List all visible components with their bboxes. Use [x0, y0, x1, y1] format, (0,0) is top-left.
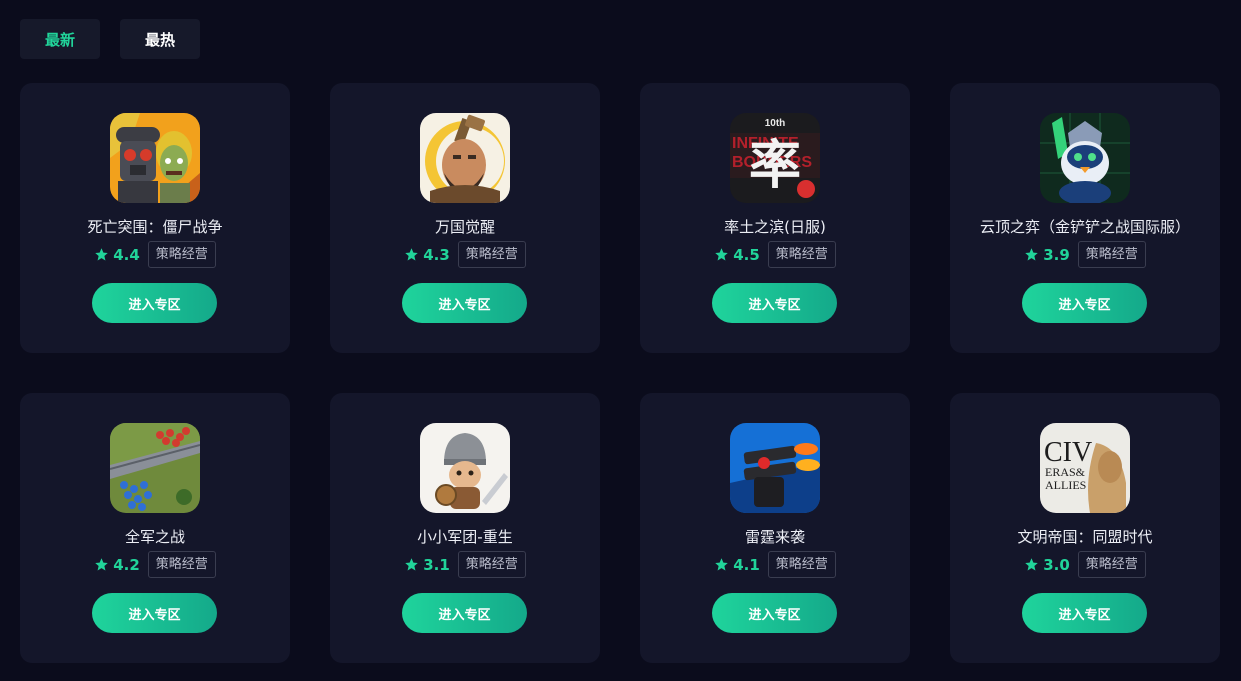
rating: 4.5	[714, 246, 760, 264]
icon-line2: ERAS&	[1045, 465, 1086, 479]
warrior-chief-icon[interactable]	[420, 113, 510, 203]
penguin-knight-icon[interactable]	[1040, 113, 1130, 203]
rating-value: 3.9	[1043, 245, 1070, 264]
icon-glyph: 率	[749, 136, 801, 196]
rating: 3.0	[1024, 556, 1070, 574]
sort-tabs: 最新 最热	[20, 19, 200, 59]
rating: 4.4	[94, 246, 140, 264]
enter-zone-button[interactable]: 进入专区	[712, 593, 837, 633]
game-meta: 3.9 策略经营	[950, 241, 1220, 268]
icon-badge: 10th	[765, 118, 786, 129]
star-icon	[1025, 558, 1038, 571]
game-card: 全军之战 4.2 策略经营 进入专区	[20, 393, 290, 663]
game-meta: 4.2 策略经营	[20, 551, 290, 578]
category-tag: 策略经营	[767, 241, 836, 268]
game-card: 死亡突围：僵尸战争 4.4 策略经营 进入专区	[20, 83, 290, 353]
game-name: 文明帝国：同盟时代	[1017, 528, 1153, 546]
game-card: CIV ERAS& ALLIES 文明帝国：同盟时代 3.0 策略经营 进入专区	[950, 393, 1220, 663]
category-tag: 策略经营	[147, 551, 216, 578]
category-tag: 策略经营	[1077, 551, 1146, 578]
rating: 3.1	[404, 556, 450, 574]
game-name: 万国觉醒	[434, 218, 495, 236]
game-meta: 3.0 策略经营	[950, 551, 1220, 578]
star-icon	[405, 558, 418, 571]
category-tag: 策略经营	[767, 551, 836, 578]
rating-value: 4.1	[733, 555, 760, 574]
infinite-borders-icon[interactable]: INFINITE BORDERS 10th 率	[730, 113, 820, 203]
zombie-soldier-icon[interactable]	[110, 113, 200, 203]
rating-value: 4.3	[423, 245, 450, 264]
game-meta: 3.1 策略经营	[330, 551, 600, 578]
rating-value: 4.5	[733, 245, 760, 264]
star-icon	[405, 248, 418, 261]
little-knight-icon[interactable]	[420, 423, 510, 513]
game-card: 小小军团-重生 3.1 策略经营 进入专区	[330, 393, 600, 663]
game-card: INFINITE BORDERS 10th 率 率土之滨(日服) 4.5 策略经…	[640, 83, 910, 353]
game-meta: 4.4 策略经营	[20, 241, 290, 268]
enter-zone-button[interactable]: 进入专区	[92, 593, 217, 633]
civ-eras-allies-icon[interactable]: CIV ERAS& ALLIES	[1040, 423, 1130, 513]
game-name: 率土之滨(日服)	[724, 218, 826, 236]
tab-hottest[interactable]: 最热	[120, 19, 200, 59]
game-name: 死亡突围：僵尸战争	[87, 218, 223, 236]
game-name: 全军之战	[124, 528, 185, 546]
icon-line3: ALLIES	[1045, 478, 1086, 492]
star-icon	[95, 558, 108, 571]
star-icon	[715, 558, 728, 571]
enter-zone-button[interactable]: 进入专区	[92, 283, 217, 323]
enter-zone-button[interactable]: 进入专区	[1022, 283, 1147, 323]
game-card: 云顶之弈（金铲铲之战国际服） 3.9 策略经营 进入专区	[950, 83, 1220, 353]
rating: 4.3	[404, 246, 450, 264]
star-icon	[715, 248, 728, 261]
army-battle-icon[interactable]	[110, 423, 200, 513]
game-meta: 4.5 策略经营	[640, 241, 910, 268]
game-name: 小小军团-重生	[417, 528, 513, 546]
game-name: 云顶之弈（金铲铲之战国际服）	[979, 218, 1190, 236]
rating-value: 4.4	[113, 245, 140, 264]
game-name: 雷霆来袭	[744, 528, 805, 546]
enter-zone-button[interactable]: 进入专区	[712, 283, 837, 323]
star-icon	[95, 248, 108, 261]
star-icon	[1025, 248, 1038, 261]
rating-value: 3.1	[423, 555, 450, 574]
rating: 4.1	[714, 556, 760, 574]
game-card: 雷霆来袭 4.1 策略经营 进入专区	[640, 393, 910, 663]
rating: 3.9	[1024, 246, 1070, 264]
tab-latest[interactable]: 最新	[20, 19, 100, 59]
icon-line1: CIV	[1044, 437, 1092, 468]
rating: 4.2	[94, 556, 140, 574]
enter-zone-button[interactable]: 进入专区	[1022, 593, 1147, 633]
enter-zone-button[interactable]: 进入专区	[402, 283, 527, 323]
game-grid: 死亡突围：僵尸战争 4.4 策略经营 进入专区 万国觉醒 4.3 策略经营 进入…	[20, 83, 1220, 663]
category-tag: 策略经营	[457, 241, 526, 268]
enter-zone-button[interactable]: 进入专区	[402, 593, 527, 633]
game-meta: 4.3 策略经营	[330, 241, 600, 268]
category-tag: 策略经营	[1077, 241, 1146, 268]
category-tag: 策略经营	[147, 241, 216, 268]
game-card: 万国觉醒 4.3 策略经营 进入专区	[330, 83, 600, 353]
game-meta: 4.1 策略经营	[640, 551, 910, 578]
turret-cannon-icon[interactable]	[730, 423, 820, 513]
category-tag: 策略经营	[457, 551, 526, 578]
rating-value: 4.2	[113, 555, 140, 574]
rating-value: 3.0	[1043, 555, 1070, 574]
